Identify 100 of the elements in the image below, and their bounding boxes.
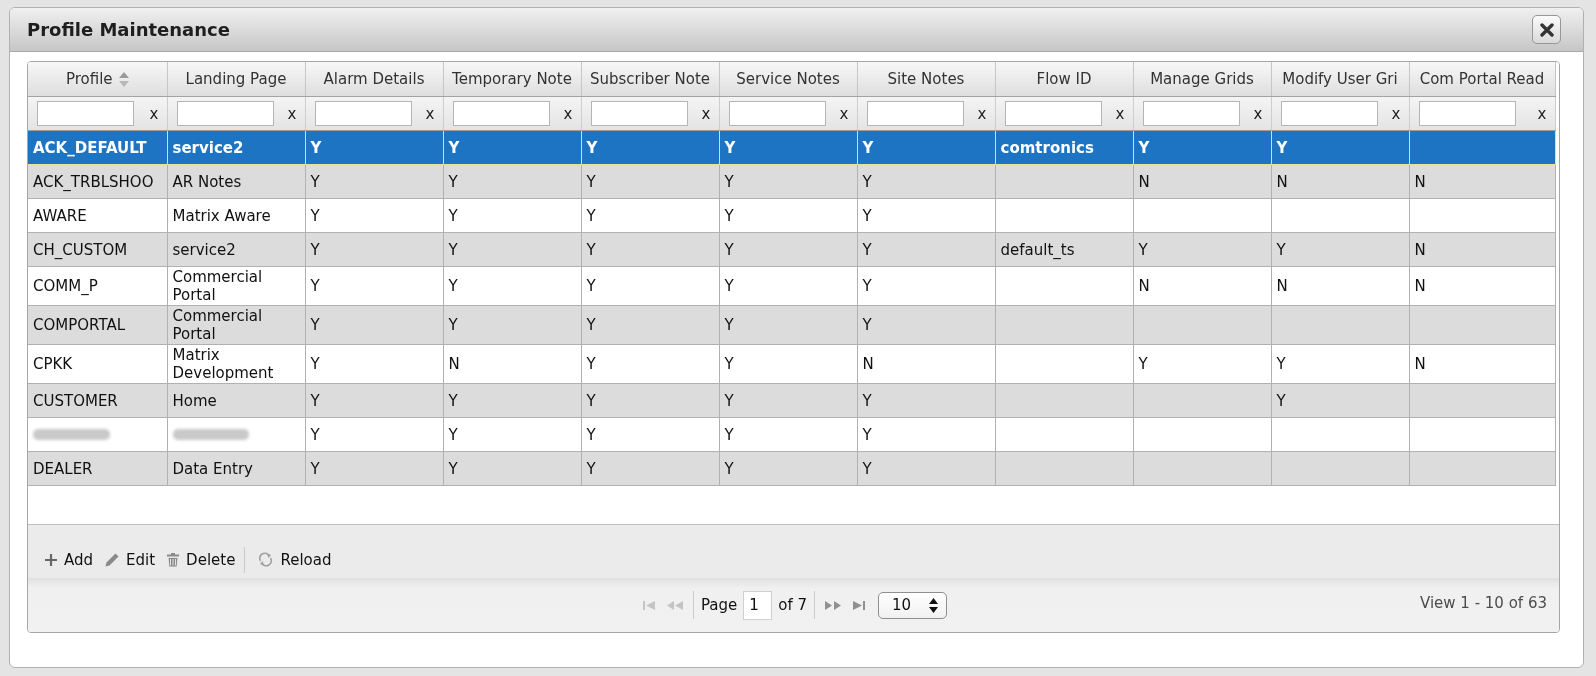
close-icon [1539, 22, 1554, 37]
table-cell: service2 [167, 232, 305, 267]
clear-filter-button[interactable]: x [561, 104, 575, 123]
column-header[interactable]: Manage Grids [1133, 62, 1271, 97]
table-cell: N [1271, 164, 1409, 199]
filter-field[interactable] [314, 101, 412, 126]
table-cell: N [1271, 266, 1409, 306]
clear-filter-button[interactable]: x [423, 104, 437, 123]
close-button[interactable] [1532, 15, 1561, 44]
table-cell: Y [1133, 232, 1271, 267]
table-cell: Matrix Development [167, 344, 305, 384]
table-row[interactable]: AWARE Matrix Aware Y Y Y Y Y [28, 198, 1555, 233]
table-cell: Y [305, 451, 443, 486]
table-cell: Y [305, 383, 443, 418]
first-page-icon [642, 600, 655, 610]
table-cell: Y [581, 344, 719, 384]
table-cell: Y [443, 198, 581, 233]
table-cell: Y [857, 383, 995, 418]
next-page-icon [825, 600, 842, 610]
filter-field[interactable] [866, 101, 964, 126]
table-cell: Y [857, 164, 995, 199]
column-header[interactable]: Flow ID [995, 62, 1133, 97]
table-cell: Y [581, 232, 719, 267]
table-cell: Y [719, 417, 857, 452]
clear-filter-button[interactable]: x [285, 104, 299, 123]
column-header[interactable]: Profile [28, 62, 167, 97]
delete-button[interactable]: Delete [164, 548, 239, 571]
table-cell: ACK_TRBLSHOO [28, 164, 167, 199]
table-cell: Y [719, 344, 857, 384]
table-cell: Y [443, 417, 581, 452]
table-row[interactable]: ACK_DEFAULT service2 Y Y Y Y Y comtronics Y Y [28, 130, 1555, 165]
table-cell: Y [857, 305, 995, 345]
column-header[interactable]: Alarm Details [305, 62, 443, 97]
table-cell: Y [1271, 130, 1409, 165]
table-cell: N [1133, 266, 1271, 306]
clear-filter-button[interactable]: x [975, 104, 989, 123]
page-size-select[interactable]: 10 [878, 591, 948, 619]
reload-button[interactable]: Reload [255, 548, 335, 571]
table-row[interactable]: CH_CUSTOM service2 Y Y Y Y Y default_ts Y Y N [28, 232, 1555, 267]
clear-filter-button[interactable]: x [1113, 104, 1127, 123]
column-header[interactable]: Site Notes [857, 62, 995, 97]
table-cell: Y [719, 266, 857, 306]
column-header[interactable]: Modify User Gri [1271, 62, 1409, 97]
table-cell: Y [857, 266, 995, 306]
filter-field[interactable] [37, 101, 134, 126]
table-cell: Y [581, 164, 719, 199]
table-cell: Y [305, 232, 443, 267]
filter-field[interactable] [176, 101, 274, 126]
table-cell: DEALER [28, 451, 167, 486]
table-cell: CPKK [28, 344, 167, 384]
table-cell: Y [719, 232, 857, 267]
table-cell: Y [305, 344, 443, 384]
page-number-field[interactable]: 1 [743, 590, 773, 620]
table-row[interactable]: ACK_TRBLSHOO AR Notes Y Y Y Y Y N N N [28, 164, 1555, 199]
add-button[interactable]: Add [42, 548, 97, 571]
table-cell: Data Entry [167, 451, 305, 486]
column-header[interactable]: Landing Page [167, 62, 305, 97]
clear-filter-button[interactable]: x [1535, 104, 1549, 123]
table-cell: Y [305, 305, 443, 345]
filter-field[interactable] [728, 101, 826, 126]
table-cell: N [443, 344, 581, 384]
table-cell: Y [581, 417, 719, 452]
table-cell: default_ts [995, 232, 1133, 267]
filter-field[interactable] [452, 101, 550, 126]
table-cell: Y [443, 305, 581, 345]
clear-filter-button[interactable]: x [1251, 104, 1265, 123]
table-row[interactable]: CUSTOMER Home Y Y Y Y Y Y [28, 383, 1555, 418]
clear-filter-button[interactable]: x [1389, 104, 1403, 123]
column-header[interactable]: Service Notes [719, 62, 857, 97]
edit-button[interactable]: Edit [102, 548, 159, 571]
table-cell: AWARE [28, 198, 167, 233]
table-cell: Y [581, 266, 719, 306]
table-row[interactable]: COMM_P Commercial Portal Y Y Y Y Y N N N [28, 266, 1555, 306]
clear-filter-button[interactable]: x [147, 104, 161, 123]
table-cell: N [1133, 164, 1271, 199]
clear-filter-button[interactable]: x [699, 104, 713, 123]
table-cell: Matrix Aware [167, 198, 305, 233]
filter-field[interactable] [1280, 101, 1378, 126]
table-cell: service2 [167, 130, 305, 165]
column-header[interactable]: Subscriber Note [581, 62, 719, 97]
table-cell: AR Notes [167, 164, 305, 199]
reload-icon [258, 552, 274, 567]
table-cell: Y [305, 266, 443, 306]
table-row[interactable]: DEALER Data Entry Y Y Y Y Y [28, 451, 1555, 486]
table-cell: Y [443, 451, 581, 486]
clear-filter-button[interactable]: x [837, 104, 851, 123]
filter-field[interactable] [1142, 101, 1240, 126]
page-label: Page [700, 596, 738, 614]
table-cell: Y [581, 305, 719, 345]
filter-field[interactable] [1004, 101, 1102, 126]
table-row[interactable]: COMPORTAL Commercial Portal Y Y Y Y Y [28, 305, 1555, 345]
column-header[interactable]: Com Portal Read [1409, 62, 1555, 97]
table-cell: Y [1271, 232, 1409, 267]
filter-field[interactable] [1418, 101, 1516, 126]
table-row[interactable]: Y Y Y Y Y [28, 417, 1555, 452]
column-header[interactable]: Temporary Note [443, 62, 581, 97]
table-cell: Y [305, 130, 443, 165]
table-row[interactable]: CPKK Matrix Development Y N Y Y N Y Y N [28, 344, 1555, 384]
table-cell: Y [857, 417, 995, 452]
filter-field[interactable] [590, 101, 688, 126]
